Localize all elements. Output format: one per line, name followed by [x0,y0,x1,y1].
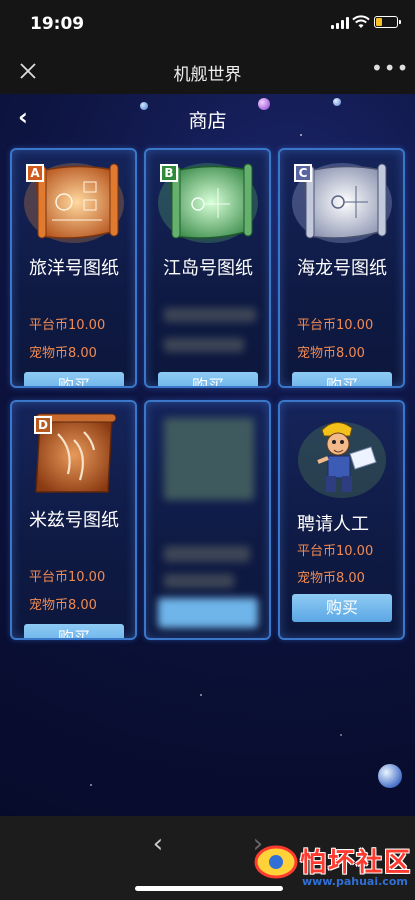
watermark-text: 怕坏社区 [300,848,413,878]
shop-item-card: D 米兹号图纸 平台币10.00 宠物币8.00 购买 [10,400,137,640]
battery-level [376,18,382,26]
tier-badge: A [26,164,44,182]
signal-icon [331,17,349,29]
buy-button[interactable]: 购买 [24,372,124,386]
app-title: 机舰世界 [173,65,242,85]
price-pet: 宠物币8.00 [29,598,97,613]
price-platform: 平台币10.00 [297,318,374,333]
price-platform: 平台币10.00 [29,318,106,333]
buy-button[interactable]: 购买 [24,624,124,638]
shop-item-card: A 旅洋号图纸 平台币10.00 宠物币8.00 购买 [10,148,137,388]
shop-item-card [144,400,271,640]
price-pet: 宠物币8.00 [297,571,365,586]
shop-item-card: B 江岛号图纸 购买 [144,148,271,388]
wifi-icon [352,15,370,28]
app-navbar: 机舰世界 ••• [0,48,415,94]
battery-icon [374,16,401,28]
shop-item-card: 聘请人工 平台币10.00 宠物币8.00 购买 [278,400,405,640]
more-button[interactable]: ••• [371,58,408,82]
buy-button[interactable] [158,598,258,628]
item-name: 聘请人工 [297,514,369,535]
status-time: 19:09 [30,14,85,34]
item-name: 旅洋号图纸 [29,258,119,279]
watermark-logo-icon [254,845,298,879]
buy-button[interactable]: 购买 [158,372,258,386]
tier-badge: C [294,164,312,182]
star [300,134,302,136]
price-platform: 平台币10.00 [297,544,374,559]
watermark-url: www.pahuai.com [302,875,408,888]
buy-button[interactable]: 购买 [292,594,392,622]
shop-item-card: C 海龙号图纸 平台币10.00 宠物币8.00 购买 [278,148,405,388]
tier-badge: B [160,164,178,182]
item-name: 江岛号图纸 [163,258,253,279]
back-nav-button[interactable]: ‹ [146,830,170,860]
star [90,784,92,786]
star [340,734,342,736]
page-title: 商店 [188,110,227,132]
item-name: 米兹号图纸 [29,510,119,531]
price-pet: 宠物币8.00 [297,346,365,361]
worker-character-icon [298,422,386,498]
tier-badge: D [34,416,52,434]
planet-orb [378,764,402,788]
status-bar: 19:09 [0,0,415,48]
home-indicator[interactable] [135,886,283,891]
buy-button[interactable]: 购买 [292,372,392,386]
planet-orb [333,98,341,106]
price-pet: 宠物币8.00 [29,346,97,361]
price-platform: 平台币10.00 [29,570,106,585]
item-name: 海龙号图纸 [297,258,387,279]
star [200,694,202,696]
shop-screen: ‹ 商店 A 旅洋号图纸 平台币10.00 宠物币8.00 购买 B 江岛号图纸… [0,94,415,816]
